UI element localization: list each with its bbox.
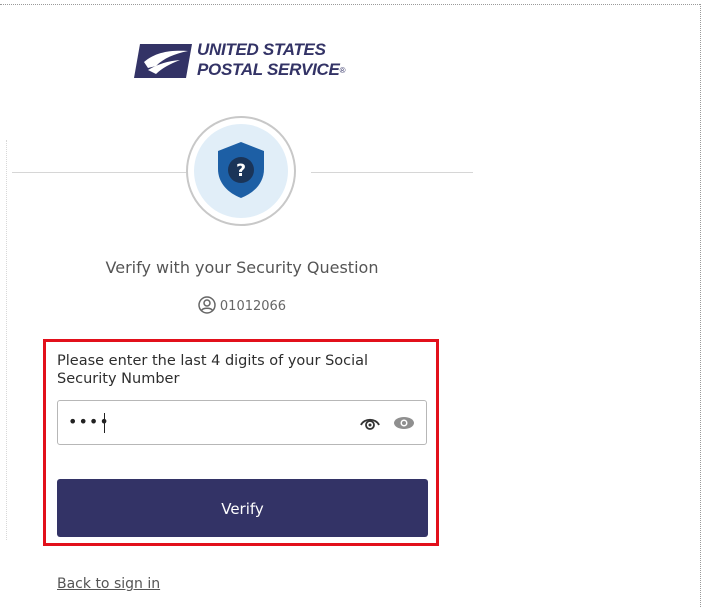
divider-left bbox=[12, 172, 187, 173]
eye-outline-icon[interactable] bbox=[359, 414, 381, 432]
ssn-input[interactable]: •••• bbox=[57, 400, 427, 445]
user-icon bbox=[198, 296, 216, 314]
username-row: 01012066 bbox=[0, 296, 484, 314]
verify-button[interactable]: Verify bbox=[57, 479, 428, 537]
usps-eagle-icon bbox=[134, 44, 192, 78]
security-question-badge: ? bbox=[186, 116, 296, 226]
brand-line-2-text: POSTAL SERVICE bbox=[197, 60, 340, 79]
username: 01012066 bbox=[219, 299, 287, 314]
shield-glyph: ? bbox=[236, 161, 246, 181]
frame-border-left bbox=[6, 140, 7, 540]
eye-filled-icon[interactable] bbox=[393, 415, 415, 431]
brand-line-2: POSTAL SERVICE® bbox=[197, 60, 345, 80]
usps-logo: UNITED STATES POSTAL SERVICE® bbox=[134, 38, 364, 84]
back-to-sign-in-link[interactable]: Back to sign in bbox=[57, 576, 160, 592]
text-caret bbox=[104, 413, 105, 433]
brand-line-1: UNITED STATES bbox=[197, 40, 326, 59]
divider-right bbox=[311, 172, 473, 173]
ssn-field-label: Please enter the last 4 digits of your S… bbox=[57, 353, 369, 387]
frame-border-top bbox=[0, 4, 700, 5]
frame-border-right bbox=[700, 4, 701, 607]
shield-question-icon: ? bbox=[218, 142, 264, 198]
registered-mark: ® bbox=[339, 66, 346, 76]
page-title: Verify with your Security Question bbox=[105, 258, 379, 277]
